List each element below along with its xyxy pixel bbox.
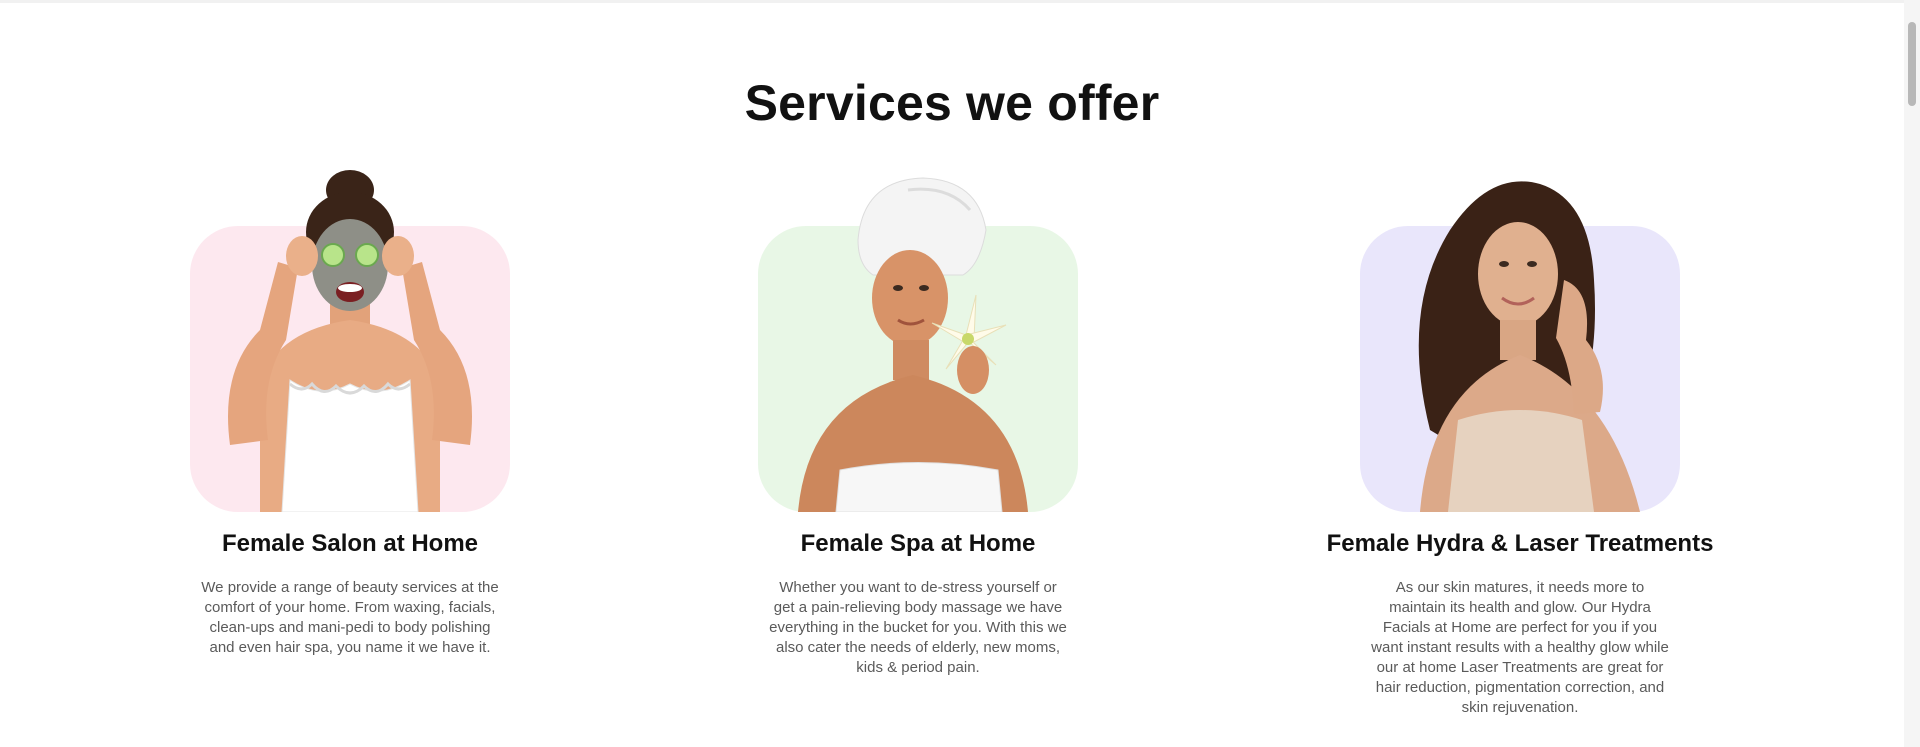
service-image-hydra-laser — [1360, 170, 1680, 512]
service-card-spa[interactable]: Female Spa at Home Whether you want to d… — [708, 170, 1128, 678]
service-image-spa — [758, 170, 1078, 512]
service-image-salon — [190, 170, 510, 512]
service-title[interactable]: Female Spa at Home — [708, 530, 1128, 558]
top-divider — [0, 0, 1904, 3]
woman-face-mask-cucumber-icon — [228, 170, 472, 512]
section-title: Services we offer — [744, 75, 1160, 131]
service-description: As our skin matures, it needs more to ma… — [1371, 579, 1669, 716]
vertical-scrollbar[interactable] — [1904, 0, 1920, 747]
service-title[interactable]: Female Hydra & Laser Treatments — [1310, 530, 1730, 558]
woman-towel-lily-icon — [798, 177, 1028, 512]
service-description: Whether you want to de-stress yourself o… — [769, 579, 1067, 676]
service-card-salon[interactable]: Female Salon at Home We provide a range … — [140, 170, 560, 658]
service-title[interactable]: Female Salon at Home — [140, 530, 560, 558]
service-card-hydra-laser[interactable]: Female Hydra & Laser Treatments As our s… — [1310, 170, 1730, 718]
woman-long-hair-icon — [1418, 181, 1640, 512]
scrollbar-thumb[interactable] — [1908, 22, 1916, 106]
service-description: We provide a range of beauty services at… — [201, 579, 499, 656]
